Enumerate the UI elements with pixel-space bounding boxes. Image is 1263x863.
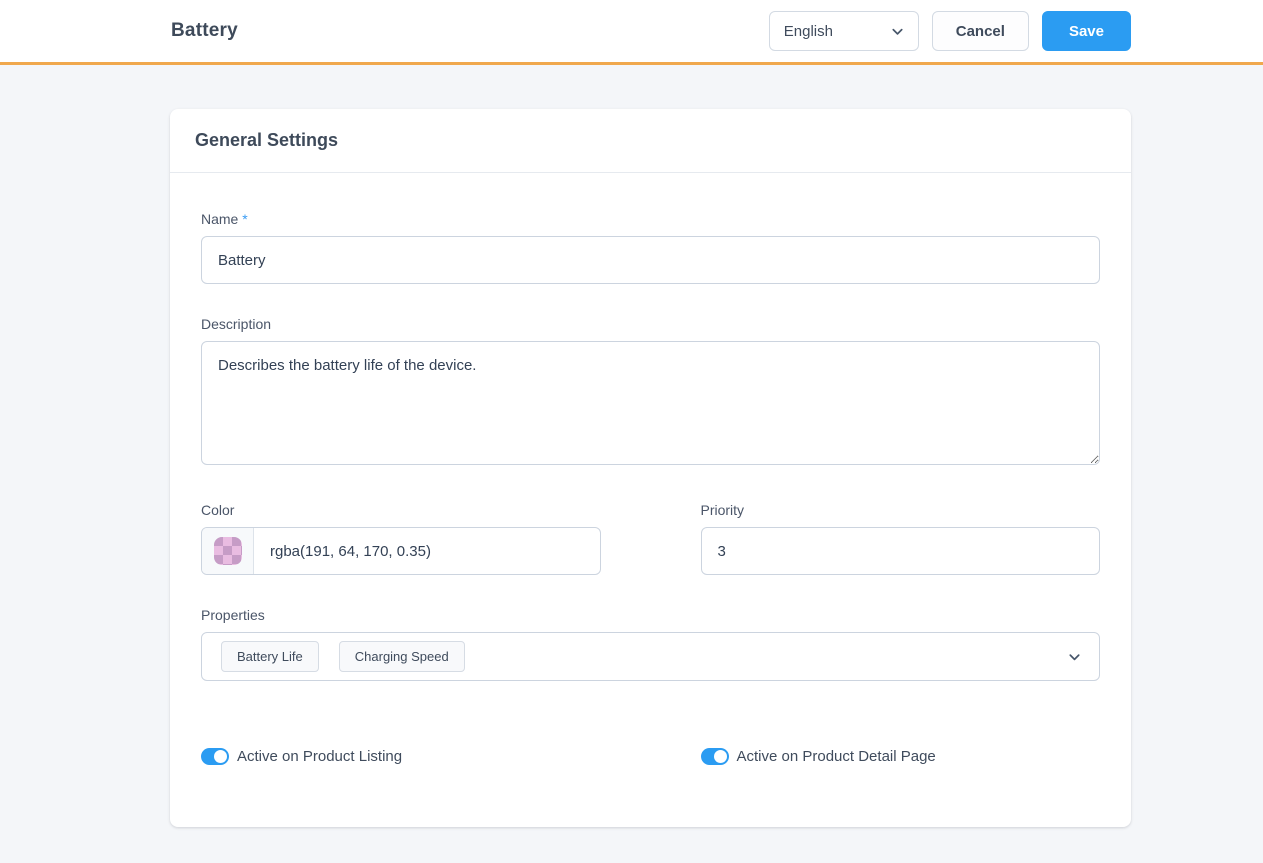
properties-label: Properties bbox=[201, 607, 265, 623]
properties-field: Properties Battery Life Charging Speed bbox=[201, 607, 1100, 681]
property-tag[interactable]: Charging Speed bbox=[338, 641, 465, 672]
name-input[interactable] bbox=[201, 236, 1100, 284]
active-product-listing-label: Active on Product Listing bbox=[237, 748, 403, 765]
name-label-text: Name bbox=[201, 211, 239, 227]
active-product-detail-label: Active on Product Detail Page bbox=[736, 748, 936, 765]
cancel-button[interactable]: Cancel bbox=[931, 11, 1029, 51]
description-label: Description bbox=[201, 316, 272, 332]
priority-label: Priority bbox=[700, 502, 745, 518]
language-select-value: English bbox=[783, 22, 833, 40]
priority-input[interactable] bbox=[700, 527, 1100, 575]
active-product-listing-toggle[interactable] bbox=[201, 748, 229, 765]
active-product-listing-group: Active on Product Listing bbox=[201, 748, 601, 765]
chevron-down-icon bbox=[890, 24, 905, 39]
general-settings-card: General Settings Name * Description Desc… bbox=[170, 109, 1131, 827]
property-tag[interactable]: Battery Life bbox=[221, 641, 319, 672]
active-product-detail-toggle[interactable] bbox=[700, 748, 729, 765]
color-swatch-button[interactable] bbox=[202, 528, 254, 574]
toggle-knob bbox=[713, 750, 727, 763]
toggle-knob bbox=[214, 750, 227, 763]
color-field: Color bbox=[201, 502, 601, 575]
name-field: Name * bbox=[201, 211, 1100, 284]
main-content: General Settings Name * Description Desc… bbox=[0, 109, 1263, 827]
top-bar: Battery English Cancel Save bbox=[0, 0, 1263, 65]
color-label: Color bbox=[201, 502, 235, 518]
color-swatch-checkerboard bbox=[213, 537, 242, 565]
color-value-input[interactable] bbox=[254, 528, 600, 574]
active-product-detail-group: Active on Product Detail Page bbox=[700, 748, 1101, 765]
toggles-row: Active on Product Listing Active on Prod… bbox=[201, 748, 1100, 765]
card-body: Name * Description Describes the battery… bbox=[170, 173, 1131, 827]
name-label: Name * bbox=[201, 211, 1100, 227]
description-field: Description Describes the battery life o… bbox=[201, 316, 1100, 470]
top-bar-actions: English Cancel Save bbox=[768, 11, 1131, 51]
card-header: General Settings bbox=[170, 109, 1131, 173]
description-textarea[interactable]: Describes the battery life of the device… bbox=[201, 341, 1100, 465]
card-title: General Settings bbox=[195, 130, 339, 150]
page-title: Battery bbox=[171, 20, 238, 41]
color-input-group bbox=[201, 527, 601, 575]
color-swatch bbox=[213, 537, 242, 565]
priority-field: Priority bbox=[700, 502, 1100, 575]
chevron-down-icon bbox=[1067, 649, 1082, 664]
required-asterisk: * bbox=[242, 211, 248, 227]
color-priority-row: Color Priority bbox=[201, 502, 1100, 575]
language-select[interactable]: English bbox=[768, 11, 919, 51]
properties-multiselect[interactable]: Battery Life Charging Speed bbox=[201, 632, 1100, 681]
save-button[interactable]: Save bbox=[1041, 11, 1131, 51]
